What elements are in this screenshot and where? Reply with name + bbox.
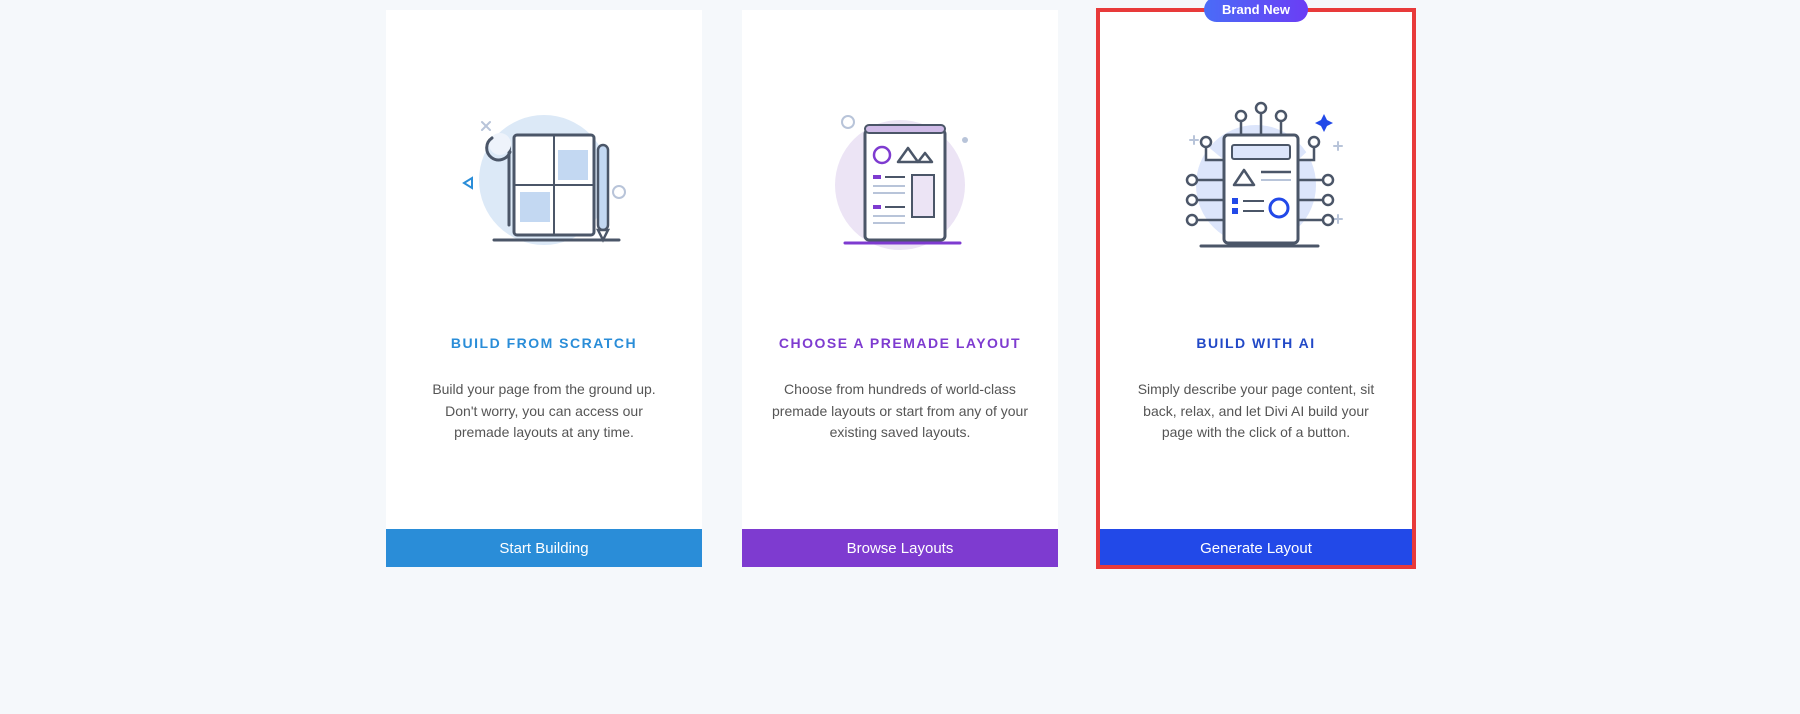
browse-layouts-button[interactable]: Browse Layouts <box>742 529 1058 567</box>
brand-new-badge: Brand New <box>1204 0 1308 22</box>
layout-options-container: BUILD FROM SCRATCH Build your page from … <box>386 10 1414 567</box>
card-title: BUILD FROM SCRATCH <box>451 335 637 351</box>
card-description: Build your page from the ground up. Don'… <box>386 379 702 529</box>
start-building-button[interactable]: Start Building <box>386 529 702 567</box>
card-description: Choose from hundreds of world-class prem… <box>742 379 1058 529</box>
card-title: CHOOSE A PREMADE LAYOUT <box>779 335 1021 351</box>
ai-illustration-icon <box>1146 80 1366 280</box>
card-build-from-scratch[interactable]: BUILD FROM SCRATCH Build your page from … <box>386 10 702 567</box>
card-title: BUILD WITH AI <box>1196 335 1315 351</box>
generate-layout-button[interactable]: Generate Layout <box>1098 529 1414 567</box>
scratch-illustration-icon <box>434 80 654 280</box>
card-choose-premade-layout[interactable]: CHOOSE A PREMADE LAYOUT Choose from hund… <box>742 10 1058 567</box>
card-build-with-ai[interactable]: Brand New <box>1098 10 1414 567</box>
premade-layout-illustration-icon <box>790 80 1010 280</box>
card-description: Simply describe your page content, sit b… <box>1098 379 1414 529</box>
